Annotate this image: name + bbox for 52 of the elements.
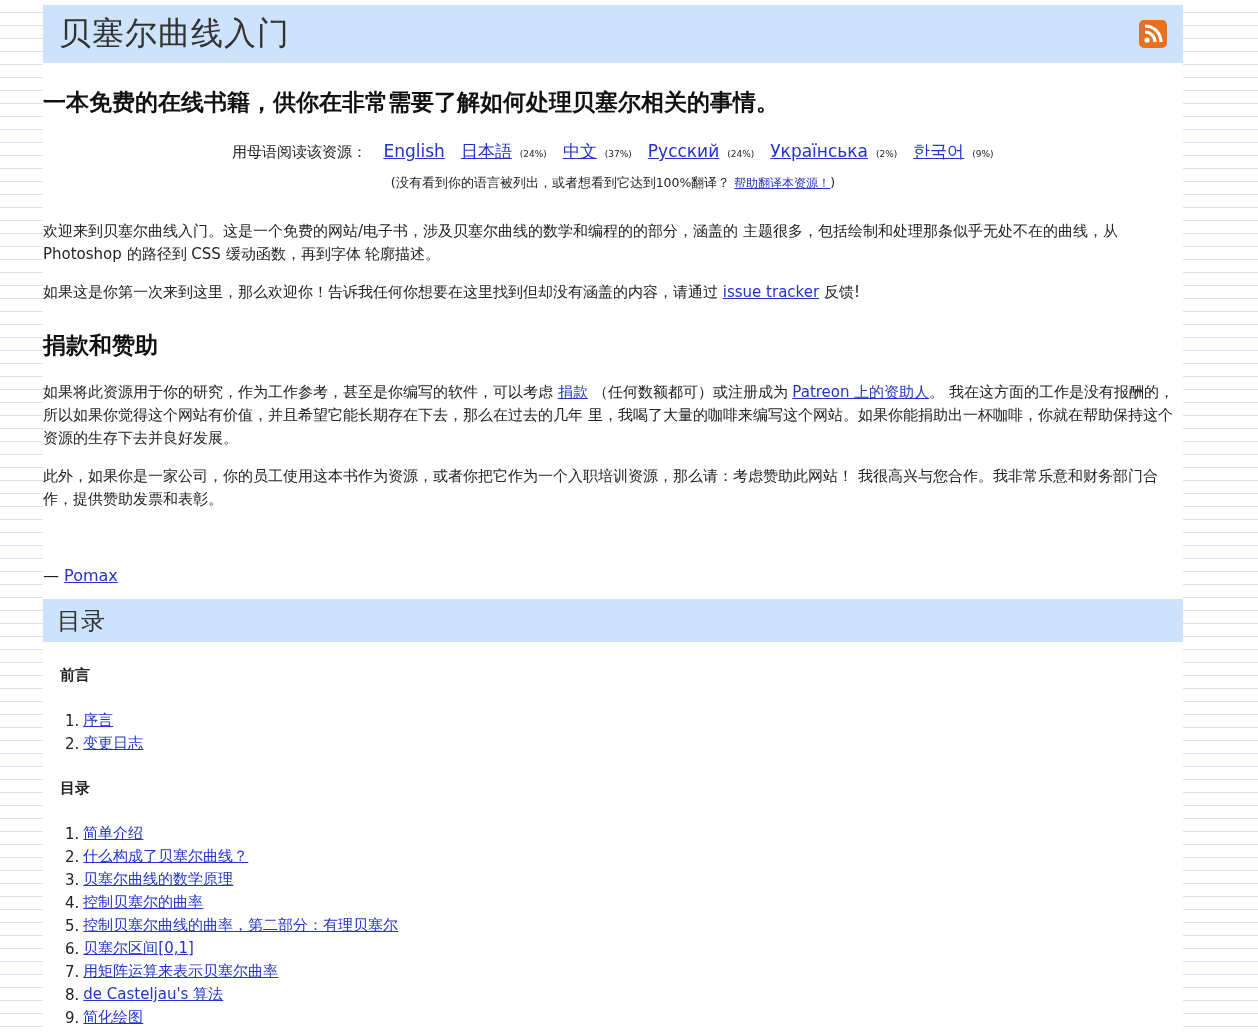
toc-title: 目录 (57, 605, 105, 637)
item-number: 1. (65, 711, 80, 730)
chapter-link[interactable]: 控制贝塞尔曲线的曲率，第二部分：有理贝塞尔 (83, 916, 399, 935)
intro-paragraph: 如果这是你第一次来到这里，那么欢迎你！告诉我任何你想要在这里找到但却没有涵盖的内容，请通过 issue tracker 反馈! (43, 282, 861, 303)
language-link[interactable]: 日本語 (460, 140, 512, 163)
item-number: 3. (65, 870, 80, 889)
chapter-link[interactable]: 贝塞尔区间[0,1] (83, 939, 194, 958)
item-number: 6. (65, 939, 80, 958)
item-number: 4. (65, 893, 80, 912)
section-heading: 捐款和赞助 (43, 331, 159, 360)
language-link[interactable]: Українська (770, 141, 868, 161)
author-link[interactable]: Pomax (64, 566, 118, 585)
translation-note: (没有看到你的语言被列出，或者想看到它达到100%翻译？ 帮助翻译本资源！) (389, 175, 837, 192)
chapter-link[interactable]: 控制贝塞尔的曲率 (83, 893, 204, 912)
intro-paragraph: 欢迎来到贝塞尔曲线入门。这是一个免费的网站/电子书，涉及贝塞尔曲线的数学和编程的的部分，涵盖的 主题很多，包括绘制和处理那条似乎无处不在的曲线，从 Photoshop 的路径到 CSS 缓动函数，再到字体 轮廓描述。 (43, 221, 1119, 265)
language-link[interactable]: Русский (647, 141, 720, 161)
item-number: 8. (65, 985, 80, 1004)
chapter-link[interactable]: 变更日志 (83, 734, 144, 753)
chapter-link[interactable]: 序言 (83, 711, 114, 730)
toc-section-heading: 目录 (60, 779, 91, 798)
chapter-link[interactable]: 简单介绍 (83, 824, 144, 843)
language-link[interactable]: English (383, 141, 445, 161)
item-number: 5. (65, 916, 80, 935)
chapter-link[interactable]: 什么构成了贝塞尔曲线？ (83, 847, 249, 866)
item-number: 9. (65, 1008, 80, 1027)
rss-feed-icon[interactable] (1139, 20, 1167, 48)
toc-section-heading: 前言 (60, 666, 91, 685)
translation-percent: (9%) (972, 149, 994, 159)
signature-dash: — (43, 566, 59, 585)
language-label: 用母语阅读该资源： (232, 143, 368, 162)
help-translate-link[interactable]: 帮助翻译本资源！ (734, 176, 831, 190)
page-title: 贝塞尔曲线入门 (59, 13, 290, 54)
item-number: 2. (65, 847, 80, 866)
text-link[interactable]: 捐款 (557, 383, 588, 401)
donation-paragraph: 如果将此资源用于你的研究，作为工作参考，甚至是你编写的软件，可以考虑 捐款 （任何数额都可）或注册成为 Patreon 上的资助人。 我在这方面的工作是没有报酬的，所以如果你觉得这个网站有价值，并且希望它能长期存在下去，那么在过去的几年 里，我喝了大量的咖啡来编写这个网站。如果你能捐助出一杯咖啡，你就在帮助保持这个资源的生存下去并良好发展。 (43, 382, 1176, 449)
item-number: 2. (65, 734, 80, 753)
donation-paragraph: 此外，如果你是一家公司，你的员工使用这本书作为资源，或者你把它作为一个入职培训资源，那么请：考虑赞助此网站！ 我很高兴与您合作。我非常乐意和财务部门合作，提供赞助发票和表彰。 (43, 466, 1159, 510)
text-link[interactable]: Patreon 上的资助人 (792, 383, 930, 401)
translation-percent: (37%) (604, 149, 632, 159)
language-link[interactable]: 中文 (562, 140, 597, 163)
item-number: 7. (65, 962, 80, 981)
translation-percent: (2%) (876, 149, 898, 159)
translation-percent: (24%) (727, 149, 755, 159)
translation-percent: (24%) (519, 149, 547, 159)
item-number: 1. (65, 824, 80, 843)
text-link[interactable]: issue tracker (722, 283, 820, 301)
subtitle: 一本免费的在线书籍，供你在非常需要了解如何处理贝塞尔相关的事情。 (43, 88, 780, 117)
chapter-link[interactable]: 贝塞尔曲线的数学原理 (83, 870, 234, 889)
language-link[interactable]: 한국어 (913, 140, 965, 163)
chapter-link[interactable]: 用矩阵运算来表示贝塞尔曲率 (83, 962, 279, 981)
chapter-link[interactable]: 简化绘图 (83, 1008, 144, 1027)
chapter-link[interactable]: de Casteljau's 算法 (83, 985, 224, 1004)
